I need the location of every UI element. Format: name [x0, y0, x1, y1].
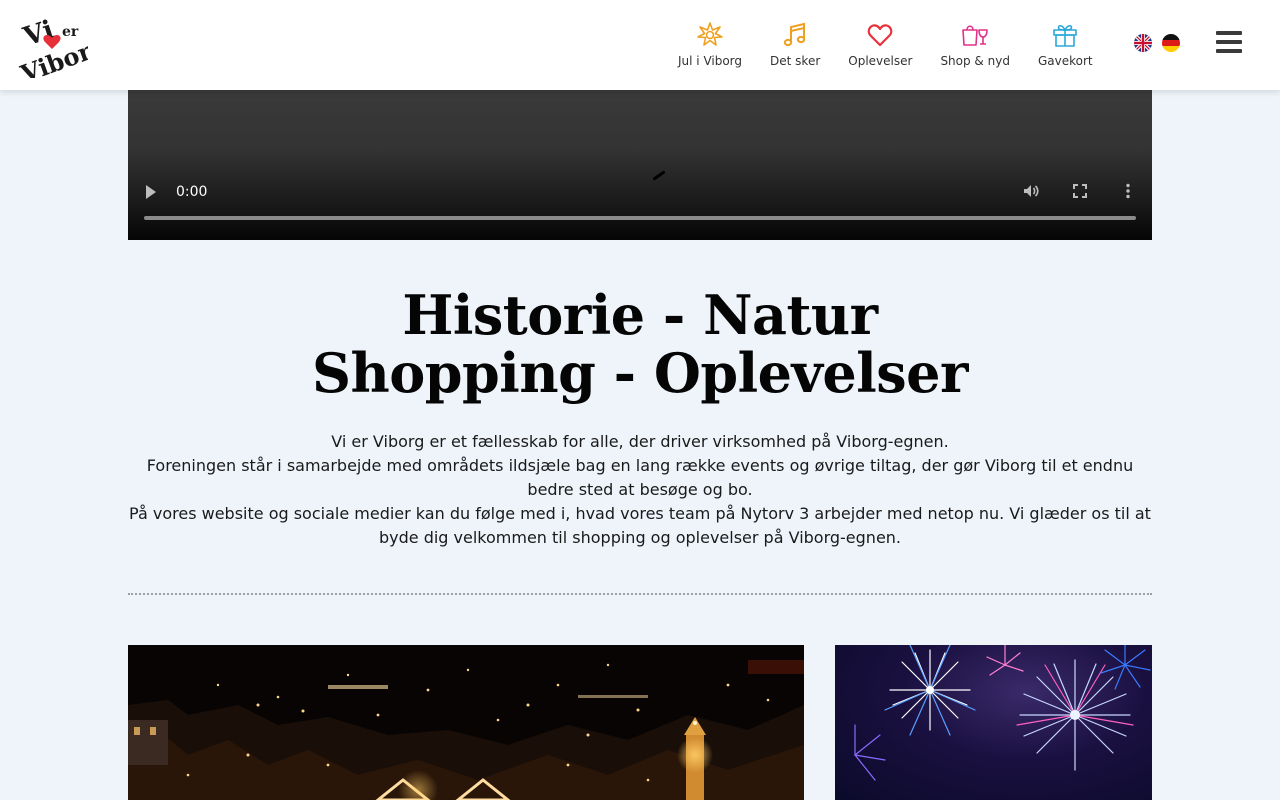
main-nav: Jul i Viborg Det sker Oplevelser Shop & … — [664, 20, 1107, 68]
viborg-night-town-image[interactable] — [128, 645, 804, 800]
play-icon[interactable] — [146, 185, 156, 199]
heart-icon — [868, 24, 893, 47]
section-divider — [128, 593, 1152, 595]
loading-spinner-icon — [652, 170, 666, 181]
nav-label: Det sker — [770, 54, 821, 68]
intro-text: Vi er Viborg er et fællesskab for alle, … — [128, 430, 1152, 550]
nav-label: Gavekort — [1037, 54, 1093, 68]
vi-er-viborg-logo[interactable]: Vi er Viborg — [16, 14, 111, 89]
nav-item-oplevelser[interactable]: Oplevelser — [848, 20, 912, 68]
nav-item-shop-og-nyd[interactable]: Shop & nyd — [940, 20, 1010, 68]
intro-paragraph-2: Foreningen står i samarbejde med området… — [146, 456, 1134, 499]
site-header: Vi er Viborg Jul i Viborg Det sker Oplev… — [0, 0, 1280, 90]
nav-label: Oplevelser — [848, 54, 913, 68]
fireworks-image[interactable] — [835, 645, 1152, 800]
fullscreen-icon[interactable] — [1071, 182, 1089, 200]
nav-item-gavekort[interactable]: Gavekort — [1038, 20, 1093, 68]
page-headline: Historie - Natur Shopping - Oplevelser — [128, 286, 1152, 402]
headline-line-1: Historie - Natur — [402, 283, 878, 347]
hero-video-player[interactable]: 0:00 — [128, 90, 1152, 240]
shopping-bag-glass-icon — [962, 25, 988, 46]
svg-text:er: er — [62, 24, 79, 40]
intro-paragraph-1: Vi er Viborg er et fællesskab for alle, … — [331, 432, 949, 451]
de-flag-icon[interactable] — [1162, 34, 1180, 52]
more-options-icon[interactable] — [1119, 182, 1137, 200]
star-burst-icon — [697, 22, 723, 46]
gift-icon — [1053, 24, 1078, 47]
headline-line-2: Shopping - Oplevelser — [312, 341, 968, 405]
video-progress-bar[interactable] — [144, 216, 1136, 220]
music-note-icon — [783, 22, 806, 47]
nav-label: Jul i Viborg — [678, 54, 743, 68]
nav-label: Shop & nyd — [940, 54, 1010, 68]
language-switcher — [1134, 34, 1190, 52]
video-current-time: 0:00 — [176, 184, 208, 200]
en-flag-icon[interactable] — [1134, 34, 1152, 52]
nav-item-jul-i-viborg[interactable]: Jul i Viborg — [678, 20, 742, 68]
volume-icon[interactable] — [1022, 182, 1040, 200]
intro-paragraph-3: På vores website og sociale medier kan d… — [129, 504, 1151, 547]
nav-item-det-sker[interactable]: Det sker — [770, 20, 820, 68]
hamburger-menu-icon[interactable] — [1216, 31, 1242, 55]
